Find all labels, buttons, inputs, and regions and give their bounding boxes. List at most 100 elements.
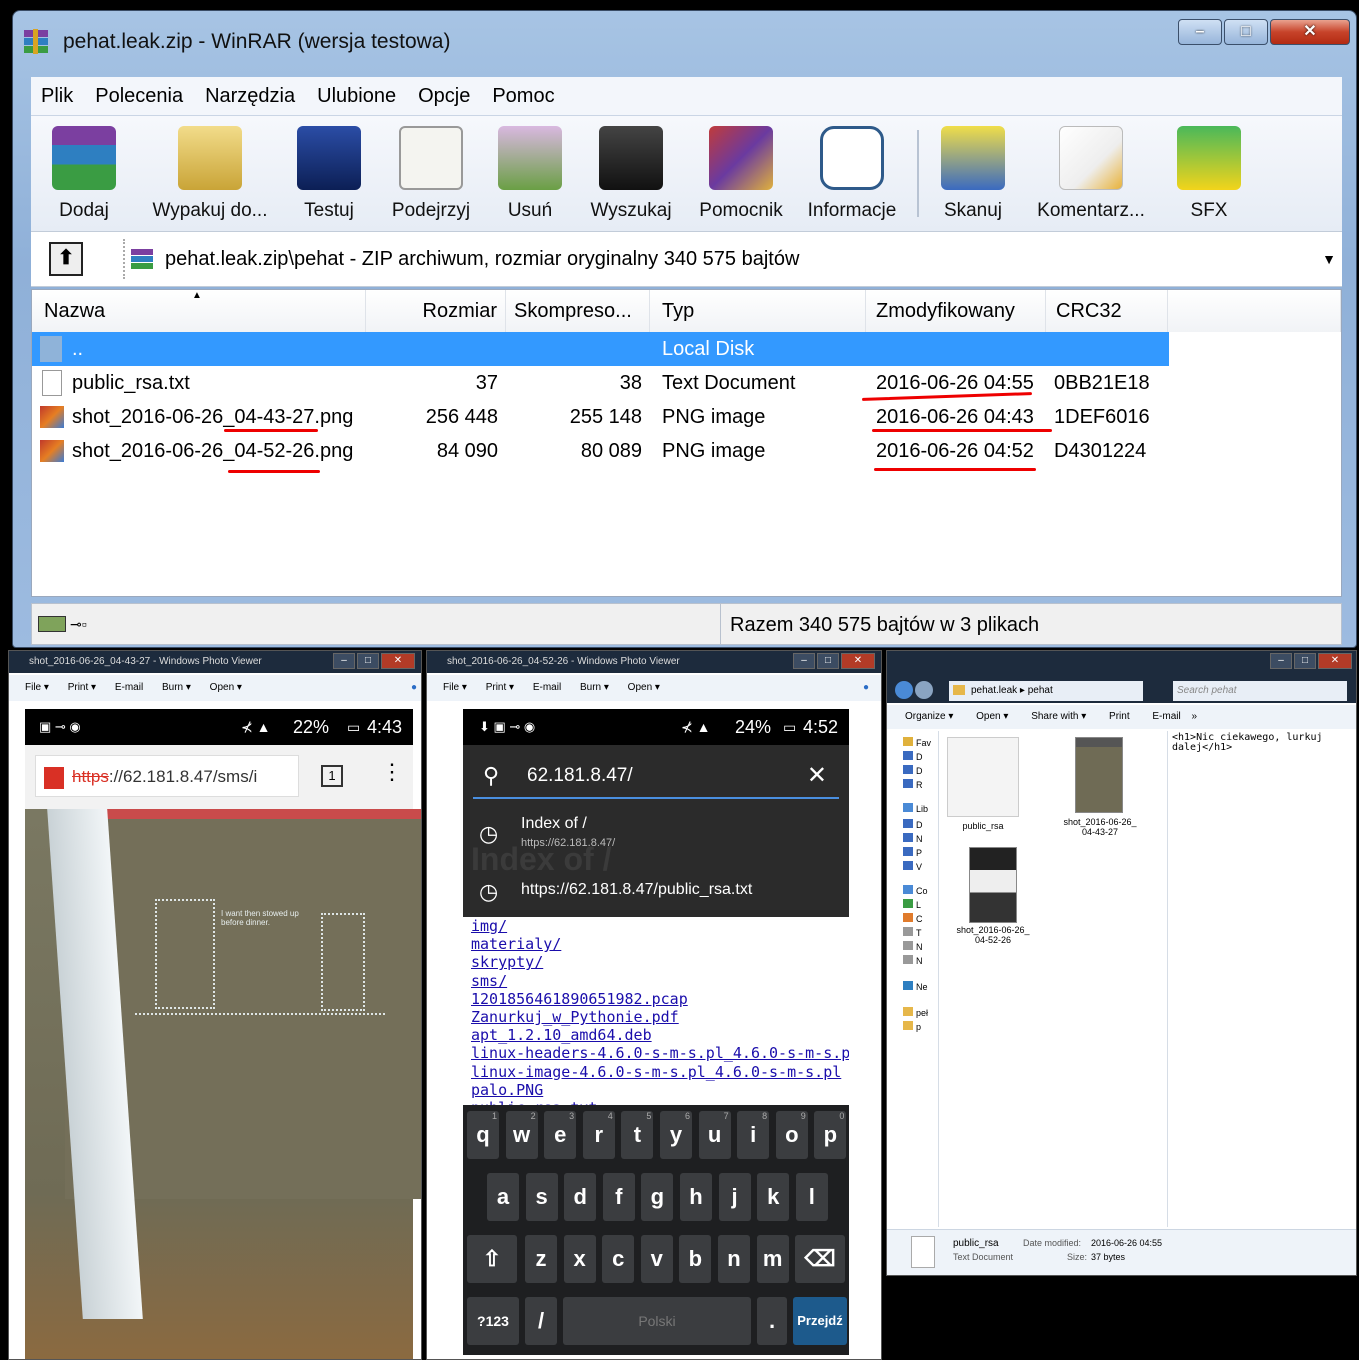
close-button[interactable]: ✕ — [1318, 653, 1352, 669]
view-button[interactable]: Podejrzyj — [375, 116, 487, 232]
backspace-key[interactable]: ⌫ — [795, 1235, 845, 1283]
shift-key[interactable]: ⇧ — [467, 1235, 517, 1283]
key-t[interactable]: t5 — [621, 1111, 654, 1159]
key-j[interactable]: j — [718, 1173, 751, 1221]
key-w[interactable]: w2 — [505, 1111, 538, 1159]
print-button[interactable]: Print — [1109, 711, 1130, 722]
column-packed[interactable]: Skompreso... — [506, 290, 650, 332]
nav-item[interactable]: R — [903, 779, 923, 790]
nav-item[interactable]: Lib — [903, 803, 928, 814]
menu-narzedzia[interactable]: Narzędzia — [205, 85, 295, 108]
minimize-button[interactable]: – — [333, 653, 355, 669]
nav-item[interactable]: L — [903, 899, 921, 910]
nav-item[interactable]: C — [903, 913, 923, 924]
maximize-button[interactable]: □ — [357, 653, 379, 669]
overflow-menu-icon[interactable]: ⋮ — [381, 759, 403, 785]
nav-item[interactable]: V — [903, 861, 922, 872]
nav-item[interactable]: peł — [903, 1007, 928, 1018]
file-link[interactable]: apt_1.2.10_amd64.deb — [471, 1026, 652, 1044]
file-link[interactable]: 1201856461890651982.pcap — [471, 990, 688, 1008]
maximize-button[interactable]: □ — [817, 653, 839, 669]
dir-link[interactable]: skrypty/ — [471, 953, 543, 971]
key-q[interactable]: q1 — [467, 1111, 499, 1159]
key-f[interactable]: f — [602, 1173, 635, 1221]
key-p[interactable]: p0 — [814, 1111, 847, 1159]
menu-open[interactable]: Open ▾ — [210, 682, 242, 693]
nav-item[interactable]: N — [903, 941, 923, 952]
image-thumbnail[interactable] — [969, 847, 1017, 923]
url-bar[interactable]: https://62.181.8.47/sms/i — [35, 755, 299, 797]
key-e[interactable]: e3 — [544, 1111, 577, 1159]
key-u[interactable]: u7 — [698, 1111, 731, 1159]
back-icon[interactable] — [895, 681, 913, 699]
menu-ulubione[interactable]: Ulubione — [317, 85, 396, 108]
wizard-button[interactable]: Pomocnik — [689, 116, 793, 232]
key-slash[interactable]: / — [525, 1297, 557, 1345]
test-button[interactable]: Testuj — [283, 116, 375, 232]
go-key[interactable]: Przejdź — [793, 1297, 847, 1345]
key-a[interactable]: a — [487, 1173, 519, 1221]
key-r[interactable]: r4 — [582, 1111, 615, 1159]
key-x[interactable]: x — [563, 1235, 596, 1283]
nav-item[interactable]: p — [903, 1021, 921, 1032]
dir-link[interactable]: materialy/ — [471, 935, 561, 953]
nav-item[interactable]: Co — [903, 885, 928, 896]
symbols-key[interactable]: ?123 — [467, 1297, 519, 1345]
help-icon[interactable]: ● — [863, 675, 869, 701]
help-icon[interactable]: ● — [411, 675, 417, 701]
menu-burn[interactable]: Burn ▾ — [162, 682, 191, 693]
menu-opcje[interactable]: Opcje — [418, 85, 470, 108]
space-key[interactable]: Polski — [563, 1297, 751, 1345]
nav-item[interactable]: D — [903, 765, 923, 776]
key-k[interactable]: k — [757, 1173, 790, 1221]
column-type[interactable]: Typ — [650, 290, 866, 332]
delete-button[interactable]: Usuń — [487, 116, 573, 232]
dir-link[interactable]: img/ — [471, 917, 507, 935]
image-thumbnail[interactable] — [1075, 737, 1123, 813]
tab-switcher-button[interactable]: 1 — [321, 765, 343, 787]
menu-polecenia[interactable]: Polecenia — [95, 85, 183, 108]
open-button[interactable]: Open ▾ — [976, 711, 1008, 722]
close-button[interactable]: ✕ — [1270, 19, 1350, 45]
file-link[interactable]: linux-headers-4.6.0-s-m-s.pl_4.6.0-s-m-s… — [471, 1044, 849, 1062]
menu-print[interactable]: Print ▾ — [68, 682, 96, 693]
nav-item[interactable]: Fav — [903, 737, 931, 748]
key-s[interactable]: s — [525, 1173, 558, 1221]
menu-file[interactable]: File ▾ — [443, 682, 467, 693]
menu-email[interactable]: E-mail — [115, 682, 143, 693]
text-file-thumbnail[interactable] — [947, 737, 1019, 817]
menu-open[interactable]: Open ▾ — [628, 682, 660, 693]
scan-button[interactable]: Skanuj — [925, 116, 1021, 232]
key-o[interactable]: o9 — [775, 1111, 808, 1159]
key-y[interactable]: y6 — [660, 1111, 692, 1159]
organize-button[interactable]: Organize ▾ — [905, 711, 953, 722]
nav-item[interactable]: D — [903, 751, 923, 762]
file-link[interactable]: linux-image-4.6.0-s-m-s.pl_4.6.0-s-m-s.p… — [471, 1063, 841, 1081]
file-row[interactable]: shot_2016-06-26_04-52-26.png 84 090 80 0… — [32, 434, 1341, 468]
clear-icon[interactable]: ✕ — [807, 753, 827, 799]
dir-link[interactable]: sms/ — [471, 972, 507, 990]
comment-button[interactable]: Komentarz... — [1021, 116, 1161, 232]
extract-to-button[interactable]: Wypakuj do... — [137, 116, 283, 232]
file-row[interactable]: .. Local Disk — [32, 332, 1169, 366]
key-c[interactable]: c — [602, 1235, 635, 1283]
maximize-button[interactable]: □ — [1294, 653, 1316, 669]
column-crc32[interactable]: CRC32 — [1046, 290, 1168, 332]
nav-item[interactable]: P — [903, 847, 922, 858]
menu-email[interactable]: E-mail — [533, 682, 561, 693]
email-button[interactable]: E-mail — [1152, 711, 1180, 722]
close-button[interactable]: ✕ — [841, 653, 875, 669]
find-button[interactable]: Wyszukaj — [573, 116, 689, 232]
breadcrumb[interactable]: pehat.leak ▸ pehat — [949, 681, 1143, 701]
nav-item[interactable]: N — [903, 955, 923, 966]
nav-item[interactable]: T — [903, 927, 922, 938]
key-dot[interactable]: . — [757, 1297, 787, 1345]
info-button[interactable]: Informacje — [793, 116, 911, 232]
column-modified[interactable]: Zmodyfikowany — [866, 290, 1046, 332]
minimize-button[interactable]: – — [1270, 653, 1292, 669]
menu-burn[interactable]: Burn ▾ — [580, 682, 609, 693]
menu-file[interactable]: File ▾ — [25, 682, 49, 693]
file-row[interactable]: public_rsa.txt 37 38 Text Document 2016-… — [32, 366, 1341, 400]
nav-item[interactable]: D — [903, 819, 923, 830]
key-v[interactable]: v — [640, 1235, 673, 1283]
